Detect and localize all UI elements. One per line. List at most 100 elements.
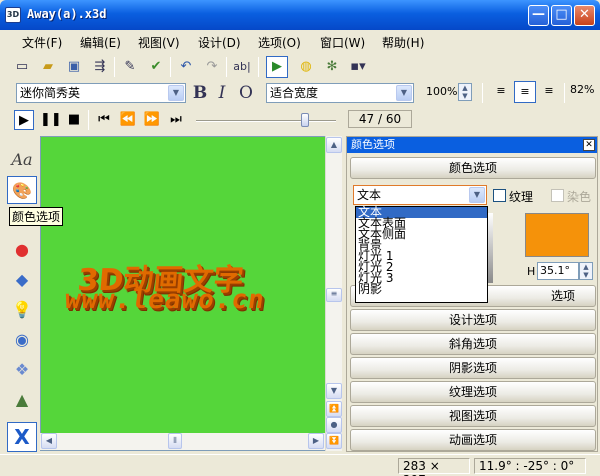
effects-icon[interactable]: ✻ <box>322 57 342 77</box>
outline-button[interactable]: O <box>236 83 256 103</box>
chevron-down-icon[interactable]: ▼ <box>168 85 184 101</box>
chevron-down-icon[interactable]: ▼ <box>469 187 485 203</box>
first-frame-button[interactable]: ⏮ <box>94 110 114 130</box>
stain-label: 染色 <box>567 190 592 204</box>
shadow-options-section[interactable]: 阴影选项 <box>350 357 596 379</box>
vertical-scrollbar[interactable]: ▲ ≡ ▼ ⏫ ● ⏬ <box>325 136 342 451</box>
format-toolbar: 迷你简秀英 ▼ B I O 适合宽度 ▼ 100% ▲ ▼ ≡ ≡ ≡ 82% <box>4 81 596 106</box>
font-select[interactable]: 迷你简秀英 ▼ <box>16 83 186 103</box>
color-swatch[interactable] <box>525 213 589 257</box>
zoom-value: 100% <box>426 85 458 98</box>
color-options-header-button[interactable]: 颜色选项 <box>350 157 596 179</box>
texture-checkbox[interactable] <box>493 189 506 202</box>
texture-icon[interactable]: ❖ <box>7 356 37 384</box>
close-button[interactable]: ✕ <box>574 5 595 26</box>
viewport-canvas[interactable]: 3D动画文字 www.leawo.cn <box>40 136 327 451</box>
diamond-icon[interactable]: ◆ <box>7 266 37 294</box>
open-folder-icon[interactable]: ▰ <box>38 57 58 77</box>
undo-icon[interactable]: ↶ <box>176 57 196 77</box>
menu-help[interactable]: 帮助(H) <box>382 34 424 51</box>
last-frame-button[interactable]: ⏭ <box>166 110 186 130</box>
next-frame-button[interactable]: ⏩ <box>142 110 162 130</box>
light-icon[interactable]: 💡 <box>7 296 37 324</box>
title-bar[interactable]: 3D Away(a).x3d — □ ✕ <box>0 0 600 30</box>
page-dot-icon[interactable]: ● <box>326 417 342 433</box>
timeline-track[interactable] <box>196 120 336 122</box>
design-options-section[interactable]: 设计选项 <box>350 309 596 331</box>
chevron-down-icon[interactable]: ▼ <box>396 85 412 101</box>
viewport-text-line2: www.leawo.cn <box>62 285 267 315</box>
menu-file[interactable]: 文件(F) <box>22 34 62 51</box>
globe-icon[interactable]: ◉ <box>7 326 37 354</box>
edit-check-icon[interactable]: ✔ <box>146 57 166 77</box>
export-icon[interactable]: ⇶ <box>90 57 110 77</box>
pause-button[interactable]: ❚❚ <box>40 110 62 130</box>
menu-view[interactable]: 视图(V) <box>138 34 180 51</box>
panel-close-icon[interactable]: ✕ <box>583 139 595 151</box>
hscroll-thumb[interactable]: ⦀ <box>168 433 182 449</box>
menu-edit[interactable]: 编辑(E) <box>80 34 121 51</box>
app-icon: 3D <box>5 7 21 23</box>
texture-options-section[interactable]: 纹理选项 <box>350 381 596 403</box>
align-center-button[interactable]: ≡ <box>514 81 536 103</box>
h-label: H <box>527 265 536 278</box>
bevel-icon[interactable]: ▲ <box>7 386 37 414</box>
stop-button[interactable]: ■ <box>64 110 84 130</box>
animation-options-section[interactable]: 动画选项 <box>350 429 596 451</box>
display-icon[interactable]: ▪▾ <box>348 57 368 77</box>
menu-design[interactable]: 设计(D) <box>198 34 241 51</box>
light-bulb-icon[interactable]: ◍ <box>296 57 316 77</box>
menu-window[interactable]: 窗口(W) <box>320 34 365 51</box>
target-select[interactable]: 文本 ▼ <box>353 185 487 205</box>
scroll-down-icon[interactable]: ▼ <box>326 383 342 399</box>
edit-text-icon[interactable]: ✎ <box>120 57 140 77</box>
prev-frame-button[interactable]: ⏪ <box>118 110 138 130</box>
red-sphere-icon[interactable]: ● <box>7 236 37 264</box>
scroll-up-icon[interactable]: ▲ <box>326 137 342 153</box>
status-rotation: 11.9° : -25° : 0° <box>474 458 586 474</box>
maximize-button[interactable]: □ <box>551 5 572 26</box>
scroll-thumb[interactable]: ≡ <box>326 288 342 302</box>
panel-title-bar: 颜色选项 ✕ <box>347 137 597 153</box>
play-animation-icon[interactable]: ▶ <box>266 56 288 78</box>
fit-value: 适合宽度 <box>270 86 319 100</box>
stain-checkbox[interactable] <box>551 189 564 202</box>
redo-icon[interactable]: ↷ <box>202 57 222 77</box>
horizontal-scrollbar[interactable]: ◀ ⦀ ▶ <box>40 433 325 450</box>
font-tool-icon[interactable]: Aa <box>7 146 37 174</box>
h-spinner[interactable]: ▲ ▼ <box>579 262 593 280</box>
page-up-icon[interactable]: ⏫ <box>326 401 342 417</box>
left-toolbox: Aa 🎨 ● ◆ 💡 ◉ ❖ ▲ X <box>4 140 38 452</box>
color-palette-icon[interactable]: 🎨 <box>7 176 37 204</box>
view-options-section[interactable]: 视图选项 <box>350 405 596 427</box>
fit-select[interactable]: 适合宽度 ▼ <box>266 83 414 103</box>
page-down-icon[interactable]: ⏬ <box>326 433 342 449</box>
new-file-icon[interactable]: ▭ <box>12 57 32 77</box>
timeline-thumb[interactable] <box>301 113 310 127</box>
align-left-button[interactable]: ≡ <box>490 81 512 103</box>
zoom-spinner[interactable]: ▲ ▼ <box>458 83 472 101</box>
dropdown-item-shadow[interactable]: 阴影 <box>356 283 487 295</box>
scroll-right-icon[interactable]: ▶ <box>308 433 324 449</box>
frame-counter: 47 / 60 <box>348 110 412 128</box>
toolbar-separator <box>258 57 259 77</box>
spell-icon[interactable]: ab| <box>232 57 252 77</box>
play-button[interactable]: ▶ <box>14 110 34 130</box>
menu-options[interactable]: 选项(O) <box>258 34 301 51</box>
zoom2-value: 82% <box>570 83 595 96</box>
bevel-options-section[interactable]: 斜角选项 <box>350 333 596 355</box>
align-right-button[interactable]: ≡ <box>538 81 560 103</box>
minimize-button[interactable]: — <box>528 5 549 26</box>
toolbar-separator <box>482 83 483 103</box>
bold-button[interactable]: B <box>190 83 210 103</box>
italic-button[interactable]: I <box>212 83 232 103</box>
save-icon[interactable]: ▣ <box>64 57 84 77</box>
main-toolbar: ▭ ▰ ▣ ⇶ ✎ ✔ ↶ ↷ ab| ▶ ◍ ✻ ▪▾ <box>4 54 596 80</box>
x3d-logo-icon[interactable]: X <box>7 422 37 452</box>
scroll-left-icon[interactable]: ◀ <box>41 433 57 449</box>
menu-bar: 文件(F) 编辑(E) 视图(V) 设计(D) 选项(O) 窗口(W) 帮助(H… <box>4 30 596 52</box>
options-section-label: 选项 <box>550 289 575 303</box>
status-bar: 283 × 297 11.9° : -25° : 0° <box>0 454 600 476</box>
target-dropdown-list[interactable]: 文本 文本表面 文本侧面 背景 灯光 1 灯光 2 灯光 3 阴影 <box>355 206 488 303</box>
h-value-field[interactable]: 35.1° <box>537 262 579 280</box>
